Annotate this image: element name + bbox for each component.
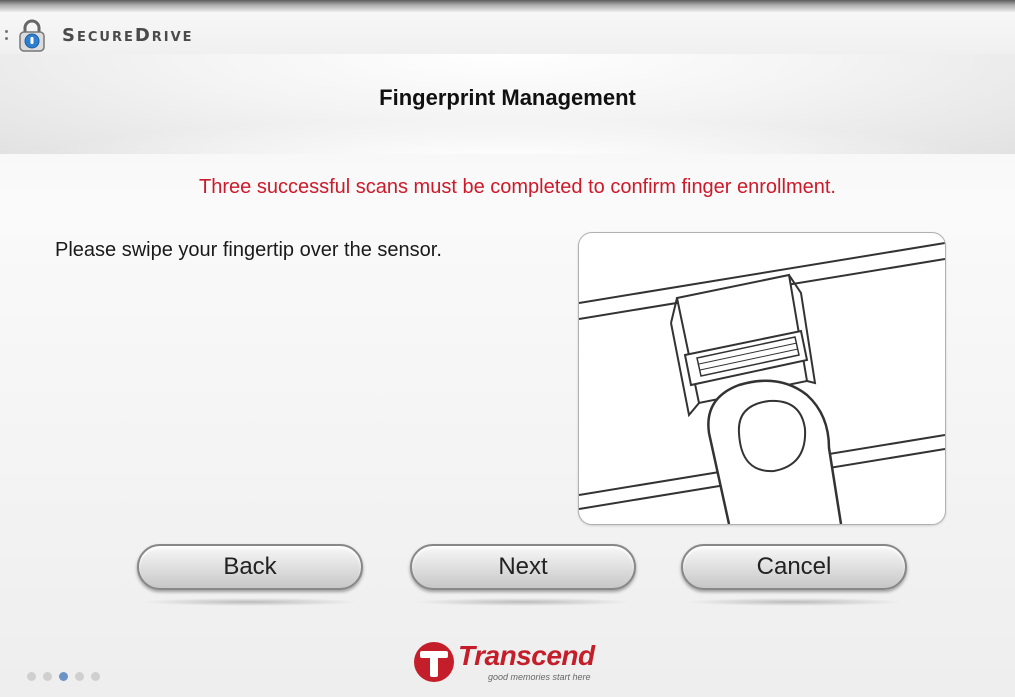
step-dot xyxy=(43,672,52,681)
back-button[interactable]: Back xyxy=(137,544,363,590)
cancel-button[interactable]: Cancel xyxy=(681,544,907,590)
transcend-logo-icon xyxy=(414,642,454,682)
app-brand: SecureDrive xyxy=(62,25,194,46)
instruction-text: Please swipe your fingertip over the sen… xyxy=(55,239,442,261)
transcend-logo: Transcend good memories start here xyxy=(410,640,630,694)
step-dot xyxy=(27,672,36,681)
next-button-shadow xyxy=(413,598,633,606)
step-dot xyxy=(91,672,100,681)
back-button-shadow xyxy=(140,598,360,606)
cancel-button-shadow xyxy=(684,598,904,606)
title-bar: SecureDrive xyxy=(0,12,1015,54)
drag-handle[interactable] xyxy=(5,30,9,44)
step-indicator xyxy=(27,672,100,681)
step-dot xyxy=(75,672,84,681)
sensor-drawing xyxy=(579,242,945,524)
secure-drive-window: SecureDrive Fingerprint Management Three… xyxy=(0,0,1015,697)
step-dot xyxy=(59,672,68,681)
logo-tagline: good memories start here xyxy=(488,672,591,682)
lock-icon xyxy=(19,19,45,52)
fingerprint-sensor-illustration xyxy=(578,232,946,525)
enrollment-notice: Three successful scans must be completed… xyxy=(199,176,836,198)
page-title: Fingerprint Management xyxy=(379,85,636,110)
next-button[interactable]: Next xyxy=(410,544,636,590)
window-top-edge xyxy=(0,0,1015,12)
logo-text: Transcend xyxy=(458,640,595,671)
